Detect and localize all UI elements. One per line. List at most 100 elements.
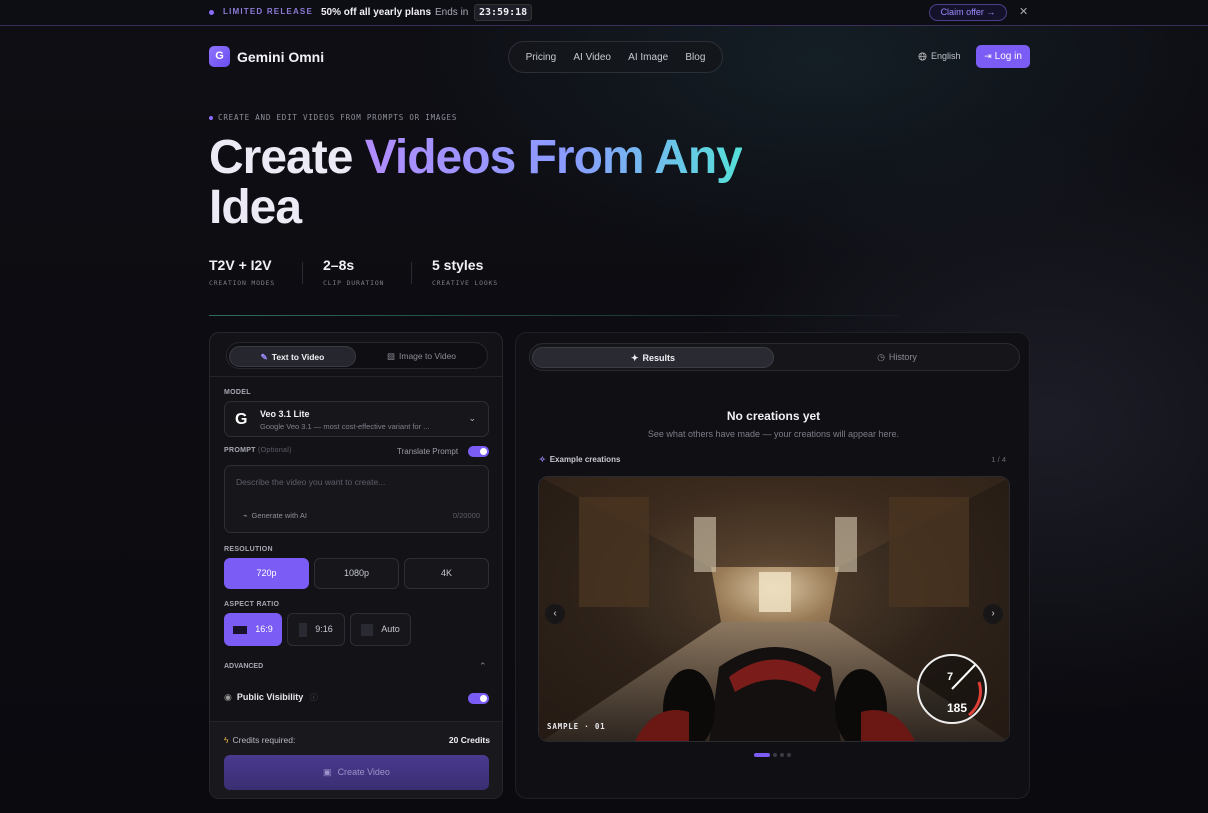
char-count: 0/20000 xyxy=(452,511,480,520)
nav-link-blog[interactable]: Blog xyxy=(685,52,705,63)
translate-toggle[interactable] xyxy=(468,446,489,457)
carousel-dot[interactable] xyxy=(780,753,784,757)
hero-title-line2: Idea xyxy=(209,181,302,234)
tab-image-to-video[interactable]: ▨ Image to Video xyxy=(358,346,485,367)
logo-icon[interactable]: G xyxy=(209,46,230,67)
language-label: English xyxy=(931,51,961,61)
resolution-720p[interactable]: 720p xyxy=(224,558,309,589)
stat-modes: T2V + I2V CREATION MODES xyxy=(209,257,275,287)
promo-separator: · xyxy=(428,6,432,17)
speed-readout: 185 xyxy=(947,701,967,715)
promo-bar: LIMITED RELEASE 50% off all yearly plans… xyxy=(0,0,1208,26)
panel-footer: ϟ Credits required: 20 Credits ▣ Create Vi… xyxy=(210,721,502,798)
close-icon[interactable]: ✕ xyxy=(1019,5,1028,18)
credits-label: ϟ Credits required: xyxy=(224,735,295,745)
nav-link-ai-video[interactable]: AI Video xyxy=(573,52,611,63)
create-video-button[interactable]: ▣ Create Video xyxy=(224,755,489,790)
sample-label: SAMPLE · 01 xyxy=(547,722,606,731)
landscape-ratio-icon xyxy=(233,625,248,634)
nav-link-pricing[interactable]: Pricing xyxy=(526,52,557,63)
ratio-label: Auto xyxy=(381,624,400,634)
promo-offer: 50% off all yearly plans xyxy=(321,7,432,18)
results-tabs: ✦ Results ◷ History xyxy=(529,343,1020,371)
hero-title: Create Videos From Any Idea xyxy=(209,133,849,233)
model-label: MODEL xyxy=(224,389,251,396)
public-visibility-row: ◉ Public Visibility ⓘ xyxy=(224,692,318,703)
carousel-dot[interactable] xyxy=(787,753,791,757)
login-icon: ⇥ xyxy=(984,51,992,61)
sample-video[interactable]: 7 185 ‹ › SAMPLE · 01 xyxy=(538,476,1010,742)
nav-link-ai-image[interactable]: AI Image xyxy=(628,52,668,63)
prompt-label: PROMPT (Optional) xyxy=(224,447,292,454)
sparkle-icon: ✦ xyxy=(630,353,639,363)
hero-title-gradient: Videos From Any xyxy=(364,131,743,184)
login-label: Log in xyxy=(994,51,1022,62)
public-visibility-label: Public Visibility xyxy=(236,692,304,702)
pen-icon: ✎ xyxy=(260,352,268,362)
examples-label-text: Example creations xyxy=(549,455,621,464)
create-video-label: Create Video xyxy=(337,767,390,777)
results-panel: ✦ Results ◷ History No creations yet See w… xyxy=(515,332,1030,799)
translate-label: Translate Prompt xyxy=(397,447,459,456)
empty-state-subtitle: See what others have made — your creatio… xyxy=(647,429,900,439)
tab-label: History xyxy=(888,352,917,362)
globe-icon xyxy=(918,51,927,61)
gear-readout: 7 xyxy=(947,671,953,683)
ratio-auto[interactable]: Auto xyxy=(350,613,411,646)
generator-panel: ✎ Text to Video ▨ Image to Video MODEL G V… xyxy=(209,332,503,799)
resolution-4k[interactable]: 4K xyxy=(404,558,489,589)
stat-value: T2V + I2V xyxy=(209,257,272,273)
tab-text-to-video[interactable]: ✎ Text to Video xyxy=(229,346,356,367)
sample-video-thumbnail: 7 185 xyxy=(539,477,1009,741)
chevron-down-icon: ⌄ xyxy=(468,413,476,423)
model-name: Veo 3.1 Lite xyxy=(260,409,310,419)
main-nav: Pricing AI Video AI Image Blog xyxy=(508,41,723,73)
ratio-16-9[interactable]: 16:9 xyxy=(224,613,282,646)
ratio-label: 16:9 xyxy=(255,624,273,634)
empty-state-title: No creations yet xyxy=(726,409,821,423)
carousel-dot[interactable] xyxy=(773,753,777,757)
stat-divider xyxy=(411,262,412,284)
generate-ai-label: Generate with AI xyxy=(251,511,307,520)
claim-offer-button[interactable]: Claim offer → xyxy=(929,4,1007,21)
info-icon: ⓘ xyxy=(309,693,318,702)
model-description: Google Veo 3.1 — most cost-effective var… xyxy=(260,422,430,431)
ratio-9-16[interactable]: 9:16 xyxy=(287,613,345,646)
tab-label: Text to Video xyxy=(271,352,325,362)
login-button[interactable]: ⇥ Log in xyxy=(976,45,1030,68)
image-icon: ▨ xyxy=(386,351,395,361)
hero-divider xyxy=(209,315,899,316)
carousel-dot[interactable] xyxy=(754,753,770,757)
prompt-label-text: PROMPT xyxy=(224,447,256,454)
tab-history[interactable]: ◷ History xyxy=(776,347,1018,368)
prompt-input[interactable]: Describe the video you want to create...… xyxy=(224,465,489,533)
prev-slide-button[interactable]: ‹ xyxy=(545,604,565,624)
stat-label: CREATIVE LOOKS xyxy=(432,279,498,287)
advanced-toggle[interactable]: ADVANCED xyxy=(224,663,263,670)
stat-divider xyxy=(302,262,303,284)
generate-ai-button[interactable]: ⌁ Generate with AI xyxy=(243,511,307,520)
chevron-up-icon[interactable]: ⌃ xyxy=(479,661,487,672)
countdown-timer: 23:59:18 xyxy=(474,4,533,21)
page-counter: 1 / 4 xyxy=(991,455,1006,464)
portrait-ratio-icon xyxy=(299,622,308,637)
tab-label: Results xyxy=(642,353,676,363)
resolution-1080p[interactable]: 1080p xyxy=(314,558,399,589)
eyebrow-text: CREATE AND EDIT VIDEOS FROM PROMPTS OR I… xyxy=(218,113,458,122)
tabs-divider xyxy=(210,376,502,377)
prompt-placeholder: Describe the video you want to create... xyxy=(236,477,386,487)
next-slide-button[interactable]: › xyxy=(983,604,1003,624)
hero-title-plain: Create xyxy=(209,131,365,184)
tab-results[interactable]: ✦ Results xyxy=(532,347,774,368)
mode-tabs: ✎ Text to Video ▨ Image to Video xyxy=(226,342,488,369)
credits-value: 20 Credits xyxy=(448,735,490,745)
promo-tag: LIMITED RELEASE xyxy=(223,7,314,16)
hero-eyebrow: CREATE AND EDIT VIDEOS FROM PROMPTS OR I… xyxy=(209,113,457,122)
magic-wand-icon: ⌁ xyxy=(243,511,248,520)
tab-label: Image to Video xyxy=(399,351,457,361)
brand-name[interactable]: Gemini Omni xyxy=(237,49,324,65)
prompt-optional: (Optional) xyxy=(258,447,292,454)
language-selector[interactable]: English xyxy=(918,51,961,61)
model-select[interactable]: G Veo 3.1 Lite Google Veo 3.1 — most cos… xyxy=(224,401,489,437)
public-visibility-toggle[interactable] xyxy=(468,693,489,704)
